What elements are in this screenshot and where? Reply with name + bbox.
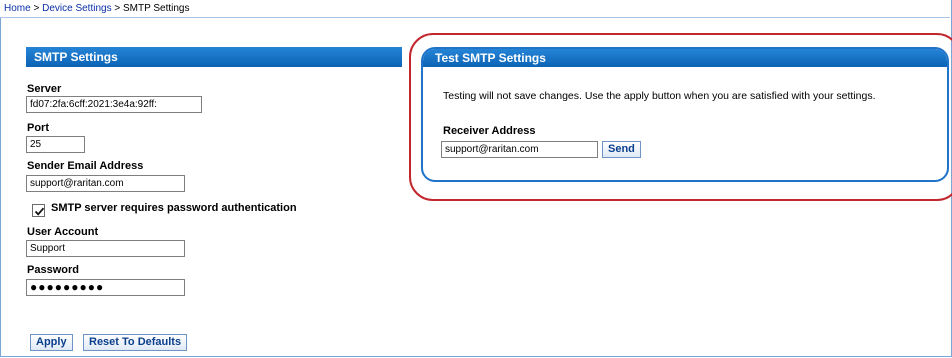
- breadcrumb-separator: >: [114, 3, 121, 14]
- checkmark-icon: [34, 207, 45, 216]
- breadcrumb: Home > Device Settings > SMTP Settings: [0, 0, 950, 18]
- auth-required-label: SMTP server requires password authentica…: [51, 202, 297, 214]
- test-smtp-header: Test SMTP Settings: [423, 49, 947, 67]
- sender-email-label: Sender Email Address: [27, 160, 144, 172]
- breadcrumb-separator: >: [33, 3, 40, 14]
- test-description: Testing will not save changes. Use the a…: [443, 90, 876, 102]
- server-input[interactable]: fd07:2fa:6cff:2021:3e4a:92ff:: [26, 96, 202, 113]
- test-smtp-panel: Test SMTP Settings: [421, 47, 949, 182]
- user-account-label: User Account: [27, 226, 99, 238]
- port-input[interactable]: 25: [26, 136, 85, 153]
- breadcrumb-current: SMTP Settings: [122, 3, 190, 14]
- server-label: Server: [27, 83, 62, 95]
- port-label: Port: [27, 122, 49, 134]
- receiver-address-label: Receiver Address: [443, 125, 536, 137]
- receiver-address-input[interactable]: support@raritan.com: [441, 141, 598, 158]
- user-account-input[interactable]: Support: [26, 240, 185, 257]
- send-button[interactable]: Send: [602, 141, 641, 158]
- reset-to-defaults-button[interactable]: Reset To Defaults: [83, 334, 188, 351]
- sender-email-input[interactable]: support@raritan.com: [26, 175, 185, 192]
- breadcrumb-device-settings-link[interactable]: Device Settings: [42, 3, 111, 14]
- apply-button[interactable]: Apply: [30, 334, 73, 351]
- smtp-settings-header: SMTP Settings: [26, 47, 402, 67]
- breadcrumb-home-link[interactable]: Home: [4, 3, 31, 14]
- auth-required-checkbox[interactable]: [32, 204, 45, 217]
- password-label: Password: [27, 264, 79, 276]
- password-input[interactable]: ●●●●●●●●●: [26, 279, 185, 296]
